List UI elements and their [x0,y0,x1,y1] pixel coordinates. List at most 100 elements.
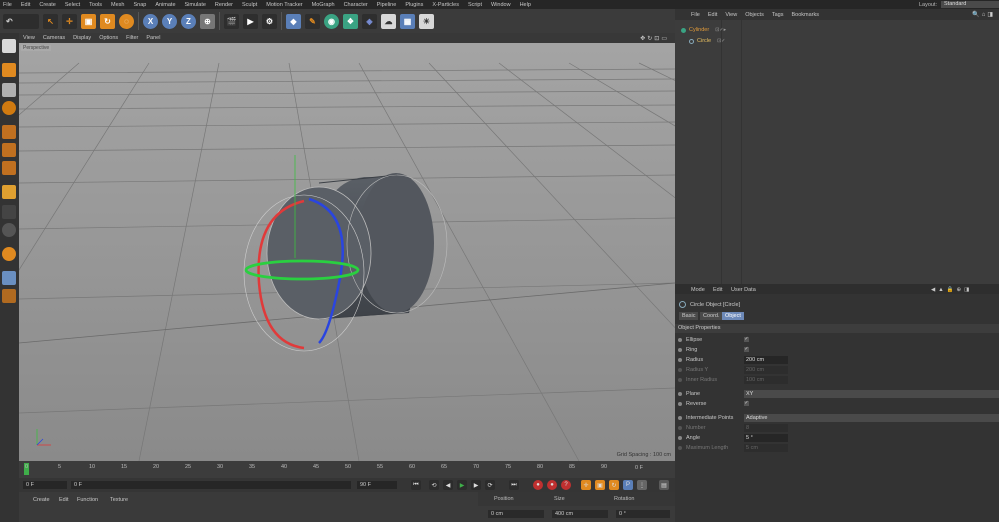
animate-dot-icon[interactable] [678,338,682,342]
object-row-circle[interactable]: Circle ⊡✓ [689,37,725,45]
prev-frame-icon[interactable]: ◀ [443,480,453,490]
attr-menu-edit[interactable]: Edit [713,287,722,293]
timeline-ruler[interactable]: 0 5 10 15 20 25 30 35 40 45 50 55 60 65 … [19,461,675,478]
render-to-picture-viewer-icon[interactable]: ▶ [243,13,258,29]
subdivision-icon[interactable]: ◉ [324,13,339,29]
size-x-field[interactable]: 400 cm [552,510,608,518]
scale-tool-icon[interactable]: ▣ [81,13,96,29]
menu-sculpt[interactable]: Sculpt [242,2,257,8]
key-rotation-icon[interactable]: ↻ [609,480,619,490]
viewport-menu-view[interactable]: View [23,35,35,41]
menu-select[interactable]: Select [65,2,80,8]
rotation-h-field[interactable]: 0 ° [616,510,670,518]
tweak-mode-icon[interactable] [2,205,16,219]
om-menu-objects[interactable]: Objects [745,12,764,18]
rotate-tool-icon[interactable]: ↻ [100,13,115,29]
render-view-icon[interactable]: 🎬 [224,13,239,29]
om-menu-tags[interactable]: Tags [772,12,784,18]
om-menu-bookmarks[interactable]: Bookmarks [791,12,819,18]
animate-dot-icon[interactable] [678,446,682,450]
om-menu-file[interactable]: File [691,12,700,18]
menu-snap[interactable]: Snap [133,2,146,8]
menu-x-particles[interactable]: X-Particles [432,2,459,8]
plane-dropdown[interactable]: XY [744,390,999,398]
menu-help[interactable]: Help [520,2,531,8]
snap-icon[interactable] [2,223,16,237]
menu-plugins[interactable]: Plugins [405,2,423,8]
viewport-menu-panel[interactable]: Panel [146,35,160,41]
attr-menu-user-data[interactable]: User Data [731,287,756,293]
menu-animate[interactable]: Animate [155,2,175,8]
3d-viewport[interactable]: Perspective Grid Spacing : 100 cm [19,43,675,461]
auto-key-icon[interactable]: ● [547,480,557,490]
go-to-end-icon[interactable]: ⏭ [509,480,519,490]
animate-dot-icon[interactable] [678,416,682,420]
go-to-start-icon[interactable]: ⏮ [411,480,421,490]
ellipse-checkbox[interactable]: ✓ [744,337,749,342]
render-settings-icon[interactable]: ⚙ [262,13,277,29]
intermediate-points-dropdown[interactable]: Adaptive [744,414,999,422]
material-menu-edit[interactable]: Edit [59,497,68,503]
key-scale-icon[interactable]: ▣ [595,480,605,490]
animate-dot-icon[interactable] [678,358,682,362]
animate-dot-icon[interactable] [678,348,682,352]
recent-tool-icon[interactable]: ◌ [119,13,134,29]
current-frame-field[interactable]: 0 F [23,481,67,489]
menu-edit[interactable]: Edit [21,2,30,8]
menu-simulate[interactable]: Simulate [185,2,206,8]
position-x-field[interactable]: 0 cm [488,510,544,518]
animate-dot-icon[interactable] [678,378,682,382]
key-parameter-icon[interactable]: P [623,480,633,490]
animate-dot-icon[interactable] [678,426,682,430]
angle-input[interactable]: 5 ° [744,434,788,442]
axis-x-lock-button[interactable]: X [143,13,158,29]
object-row-cylinder[interactable]: Cylinder ⊡✓▸ [681,26,726,34]
end-frame-field[interactable]: 90 F [357,481,397,489]
mograph-cloner-icon[interactable]: ❖ [343,13,358,29]
visibility-flags-icon[interactable]: ⊡✓ [717,38,725,44]
viewport-menu-display[interactable]: Display [73,35,91,41]
attr-menu-mode[interactable]: Mode [691,287,705,293]
live-selection-icon[interactable]: ↖ [43,13,58,29]
om-search-icon[interactable]: 🔍⌂◨ [972,11,995,18]
ring-checkbox[interactable]: ✓ [744,347,749,352]
menu-motion-tracker[interactable]: Motion Tracker [266,2,302,8]
cube-primitive-icon[interactable]: ◆ [286,13,301,29]
next-frame-icon[interactable]: ▶ [471,480,481,490]
menu-window[interactable]: Window [491,2,511,8]
model-mode-icon[interactable] [2,63,16,77]
make-editable-icon[interactable] [2,39,16,53]
polygons-mode-icon[interactable] [2,161,16,175]
environment-icon[interactable]: ☁ [381,13,396,29]
key-point-icon[interactable]: ⋮ [637,480,647,490]
points-mode-icon[interactable] [2,125,16,139]
material-menu-create[interactable]: Create [33,497,50,503]
edges-mode-icon[interactable] [2,143,16,157]
key-position-icon[interactable]: ✛ [581,480,591,490]
viewport-menu-cameras[interactable]: Cameras [43,35,65,41]
reverse-checkbox[interactable]: ✓ [744,401,749,406]
workplane-icon[interactable] [2,101,16,115]
visibility-flags-icon[interactable]: ⊡✓▸ [715,27,726,33]
animate-dot-icon[interactable] [678,392,682,396]
axis-y-lock-button[interactable]: Y [162,13,177,29]
material-menu-function[interactable]: Function [77,497,98,503]
viewport-nav-icons[interactable]: ✥↻⊡▭ [640,35,669,42]
axis-mode-icon[interactable] [2,185,16,199]
timeline-window-icon[interactable]: ▤ [659,480,669,490]
record-keys-icon[interactable]: ● [533,480,543,490]
viewport-menu-options[interactable]: Options [99,35,118,41]
inner-radius-input[interactable]: 100 cm [744,376,788,384]
tab-basic[interactable]: Basic [679,312,699,320]
number-input[interactable]: 8 [744,424,788,432]
material-menu-texture[interactable]: Texture [110,497,128,503]
menu-mesh[interactable]: Mesh [111,2,124,8]
light-icon[interactable]: ☀ [419,13,434,29]
play-icon[interactable]: ▶ [457,480,467,490]
cylinder-object[interactable] [266,173,448,320]
grid-icon[interactable] [2,271,16,285]
workplane-lock-icon[interactable] [2,247,16,261]
keyframe-selection-icon[interactable]: ? [561,480,571,490]
menu-pipeline[interactable]: Pipeline [377,2,397,8]
menu-tools[interactable]: Tools [89,2,102,8]
